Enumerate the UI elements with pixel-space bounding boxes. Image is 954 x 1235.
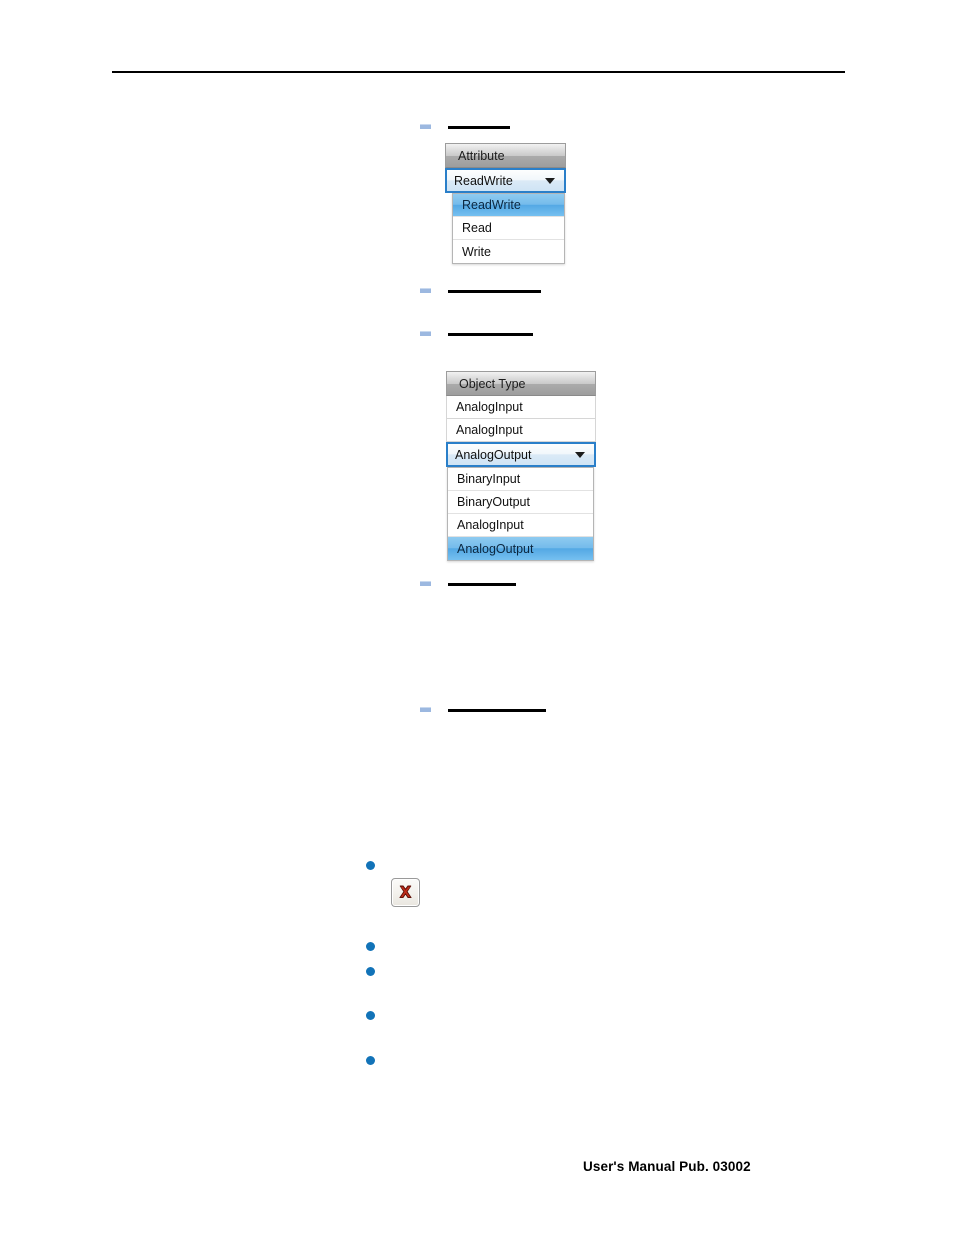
attribute-option-item[interactable]: Write [453, 240, 564, 263]
list-dash-marker [420, 288, 431, 293]
redacted-text-bar [448, 333, 533, 336]
page-header-rule [112, 71, 845, 73]
delete-x-icon [399, 885, 412, 899]
object-type-selected-value: AnalogOutput [455, 447, 532, 462]
bullet-point-marker [366, 942, 375, 951]
redacted-text-bar [448, 290, 541, 293]
object-type-option-list[interactable]: BinaryInput BinaryOutput AnalogInput Analog… [447, 467, 594, 561]
list-dash-marker [420, 124, 431, 129]
bullet-point-marker [366, 861, 375, 870]
attribute-option-item[interactable]: ReadWrite [453, 194, 564, 217]
bullet-point-marker [366, 967, 375, 976]
page-footer: User's Manual Pub. 03002 [583, 1159, 751, 1174]
list-dash-marker [420, 581, 431, 586]
attribute-option-item[interactable]: Read [453, 217, 564, 240]
object-type-option-item[interactable]: AnalogInput [448, 514, 593, 537]
object-type-dropdown-widget: Object Type AnalogInput AnalogInput Analo… [446, 371, 596, 561]
chevron-down-icon[interactable] [545, 177, 555, 184]
redacted-text-bar [448, 583, 516, 586]
object-type-column-header: Object Type [446, 371, 596, 396]
bullet-point-marker [366, 1011, 375, 1020]
object-type-combo-box[interactable]: AnalogOutput [446, 442, 596, 467]
attribute-option-list[interactable]: ReadWrite Read Write [452, 193, 565, 264]
attribute-selected-value: ReadWrite [454, 173, 513, 188]
object-type-option-item[interactable]: BinaryInput [448, 468, 593, 491]
object-type-option-item[interactable]: AnalogOutput [448, 537, 593, 560]
list-dash-marker [420, 707, 431, 712]
redacted-text-bar [448, 709, 546, 712]
list-dash-marker [420, 331, 431, 336]
object-type-grid-row[interactable]: AnalogInput [446, 396, 596, 419]
object-type-option-item[interactable]: BinaryOutput [448, 491, 593, 514]
bullet-point-marker [366, 1056, 375, 1065]
delete-x-button[interactable] [391, 878, 420, 907]
attribute-combo-box[interactable]: ReadWrite [445, 168, 566, 193]
object-type-grid-row[interactable]: AnalogInput [446, 419, 596, 442]
object-type-grid-rows: AnalogInput AnalogInput [446, 396, 596, 442]
chevron-down-icon[interactable] [575, 451, 585, 458]
redacted-text-bar [448, 126, 510, 129]
attribute-dropdown-widget: Attribute ReadWrite ReadWrite Read Write [445, 143, 566, 264]
attribute-column-header: Attribute [445, 143, 566, 168]
